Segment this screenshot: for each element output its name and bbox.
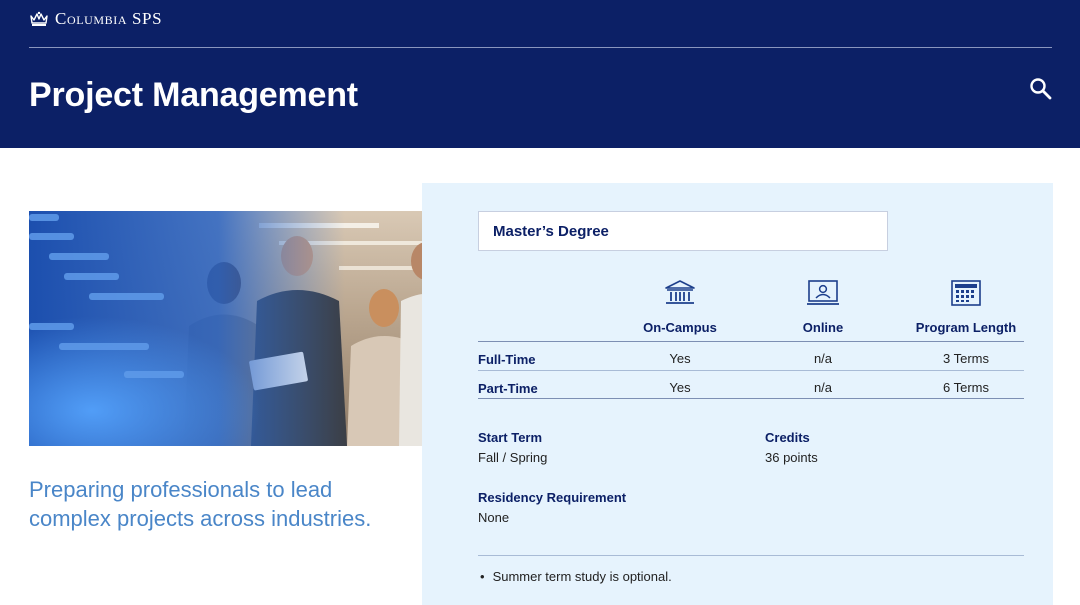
residency-value: None	[478, 510, 510, 525]
cell-full-time-on-campus: Yes	[669, 351, 691, 366]
page-title: Project Management	[29, 76, 358, 114]
table-divider	[478, 398, 1024, 399]
column-on-campus: On-Campus	[610, 279, 750, 335]
column-label-on-campus: On-Campus	[643, 320, 717, 335]
header-divider	[29, 47, 1052, 48]
degree-selector[interactable]: Master’s Degree	[478, 211, 888, 251]
online-laptop-icon	[807, 280, 839, 305]
start-term-value: Fall / Spring	[478, 450, 548, 465]
column-program-length: Program Length	[896, 279, 1036, 335]
search-icon	[1030, 78, 1052, 100]
brand-text: Columbia SPS	[55, 9, 163, 28]
row-label-part-time: Part-Time	[478, 381, 538, 396]
site-header: Columbia SPS Project Management	[0, 0, 1080, 148]
program-note: Summer term study is optional.	[480, 569, 672, 584]
crown-icon	[30, 11, 48, 26]
credits-value: 36 points	[765, 450, 818, 465]
row-label-full-time: Full-Time	[478, 352, 536, 367]
cell-part-time-online: n/a	[813, 380, 833, 395]
start-term-label: Start Term	[478, 430, 543, 445]
credits-label: Credits	[765, 430, 810, 445]
table-divider	[478, 341, 1024, 342]
program-details-panel: Master’s Degree On-Campus Online Program…	[422, 183, 1053, 605]
table-divider	[478, 370, 1024, 371]
column-online: Online	[753, 279, 893, 335]
column-label-online: Online	[802, 320, 844, 335]
hero-image	[29, 211, 450, 446]
calendar-icon	[951, 280, 981, 306]
cell-full-time-online: n/a	[813, 351, 833, 366]
notes-divider	[478, 555, 1024, 556]
residency-label: Residency Requirement	[478, 490, 627, 505]
degree-label: Master’s Degree	[493, 223, 609, 240]
cell-part-time-length: 6 Terms	[943, 380, 989, 395]
cell-full-time-length: 3 Terms	[943, 351, 989, 366]
brand-logo[interactable]: Columbia SPS	[29, 9, 162, 29]
program-tagline: Preparing professionals to lead complex …	[29, 477, 372, 531]
column-label-program-length: Program Length	[915, 320, 1017, 335]
search-button[interactable]	[1028, 76, 1054, 102]
cell-part-time-on-campus: Yes	[669, 380, 691, 395]
campus-building-icon	[665, 280, 695, 304]
